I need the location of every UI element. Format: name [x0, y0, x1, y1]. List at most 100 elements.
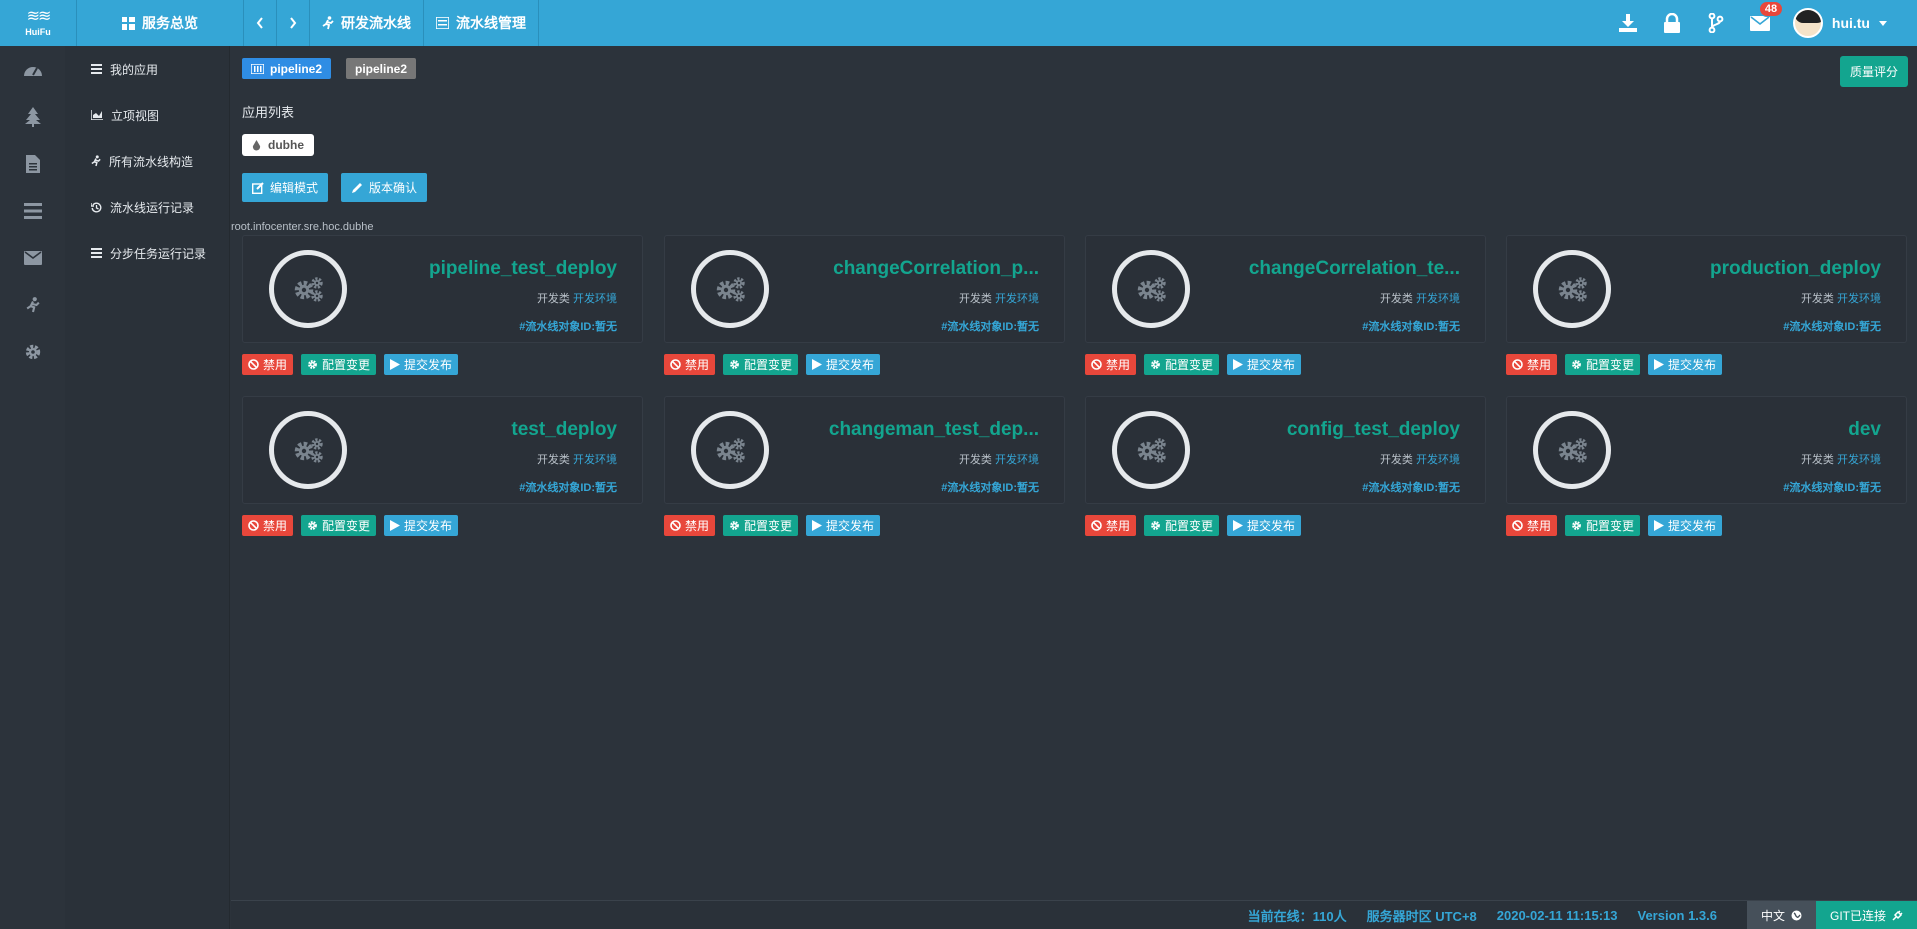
- nav-forward-button[interactable]: [277, 0, 310, 46]
- config-change-button[interactable]: 配置变更: [1565, 515, 1641, 536]
- config-change-button[interactable]: 配置变更: [301, 354, 377, 375]
- pipeline-avatar: [691, 250, 769, 328]
- pipeline-name[interactable]: pipeline_test_deploy: [429, 258, 617, 280]
- disable-button[interactable]: 禁用: [242, 354, 294, 375]
- pipeline-card[interactable]: changeman_test_dep... 开发类 开发环境 #流水线对象ID:暂无: [664, 396, 1065, 504]
- pipeline-card[interactable]: production_deploy 开发类 开发环境 #流水线对象ID:暂无: [1506, 235, 1907, 343]
- submit-release-button[interactable]: 提交发布: [1648, 354, 1723, 375]
- config-change-label: 配置变更: [744, 519, 793, 533]
- subnav-item-project-view[interactable]: 立项视图: [65, 92, 229, 138]
- language-switch[interactable]: 中文: [1746, 900, 1816, 929]
- gears-icon: [294, 438, 323, 463]
- pipeline-object-id: #流水线对象ID:暂无: [1783, 321, 1881, 333]
- sidebar-runner[interactable]: [0, 281, 65, 328]
- submit-release-button[interactable]: 提交发布: [1648, 515, 1723, 536]
- sidebar-settings[interactable]: [0, 328, 65, 375]
- disable-button[interactable]: 禁用: [1506, 515, 1558, 536]
- pipeline-type-label: 开发类: [536, 454, 570, 466]
- config-change-button[interactable]: 配置变更: [301, 515, 377, 536]
- submit-release-button[interactable]: 提交发布: [384, 354, 459, 375]
- git-status[interactable]: GIT已连接: [1816, 900, 1917, 929]
- app-version: Version 1.3.6: [1637, 907, 1717, 923]
- play-icon: [390, 520, 401, 531]
- version-confirm-button[interactable]: 版本确认: [341, 173, 428, 202]
- subnav-item-all-pipelines[interactable]: 所有流水线构造: [65, 138, 229, 184]
- play-icon: [812, 520, 823, 531]
- sidebar-tree[interactable]: [0, 93, 65, 140]
- disable-button[interactable]: 禁用: [1506, 354, 1558, 375]
- pipeline-card[interactable]: dev 开发类 开发环境 #流水线对象ID:暂无: [1506, 396, 1907, 504]
- submit-release-label: 提交发布: [404, 358, 453, 372]
- pipeline-tab-active[interactable]: pipeline2: [242, 58, 332, 79]
- pipeline-avatar: [269, 411, 347, 489]
- breadcrumb-pipeline-management[interactable]: 流水线管理: [424, 0, 539, 46]
- submit-release-label: 提交发布: [1247, 358, 1296, 372]
- main-content: pipeline2 pipeline2 质量评分 应用列表 dubhe 编辑模式…: [231, 46, 1917, 900]
- pipeline-tab[interactable]: pipeline2: [346, 58, 417, 79]
- pipeline-card[interactable]: changeCorrelation_te... 开发类 开发环境 #流水线对象ID:…: [1085, 235, 1486, 343]
- pipeline-name[interactable]: changeCorrelation_te...: [1249, 258, 1460, 280]
- config-change-button[interactable]: 配置变更: [1144, 354, 1220, 375]
- pipeline-type: 开发类 开发环境: [1801, 451, 1881, 467]
- language-label: 中文: [1760, 908, 1785, 923]
- app-chip-dubhe[interactable]: dubhe: [242, 134, 314, 156]
- disable-label: 禁用: [1106, 358, 1131, 372]
- pipeline-card[interactable]: config_test_deploy 开发类 开发环境 #流水线对象ID:暂无: [1085, 396, 1486, 504]
- sidebar-dashboard[interactable]: [0, 46, 65, 93]
- icon-sidebar: [0, 46, 65, 929]
- ban-icon: [670, 520, 681, 531]
- nav-back-button[interactable]: [244, 0, 277, 46]
- pipeline-type: 开发类 开发环境: [959, 290, 1039, 306]
- submit-release-button[interactable]: 提交发布: [806, 515, 881, 536]
- runner-icon: [91, 155, 101, 167]
- huifu-logo[interactable]: ≋≋ HuiFu: [0, 0, 77, 46]
- submit-release-button[interactable]: 提交发布: [384, 515, 459, 536]
- subnav-item-step-task-runs[interactable]: 分步任务运行记录: [65, 230, 229, 276]
- submit-release-button[interactable]: 提交发布: [806, 354, 881, 375]
- config-change-label: 配置变更: [322, 358, 371, 372]
- pipeline-name[interactable]: test_deploy: [511, 419, 617, 441]
- lock-button[interactable]: [1661, 12, 1683, 34]
- pipeline-card[interactable]: pipeline_test_deploy 开发类 开发环境 #流水线对象ID:暂无: [242, 235, 643, 343]
- submit-release-button[interactable]: 提交发布: [1227, 354, 1302, 375]
- pipeline-name[interactable]: changeman_test_dep...: [829, 419, 1039, 441]
- edit-mode-label: 编辑模式: [270, 181, 319, 195]
- config-change-button[interactable]: 配置变更: [1565, 354, 1641, 375]
- sidebar-mail[interactable]: [0, 234, 65, 281]
- pipeline-avatar: [1112, 411, 1190, 489]
- subnav-item-label: 立项视图: [111, 108, 160, 123]
- pipeline-name[interactable]: dev: [1848, 419, 1881, 441]
- disable-button[interactable]: 禁用: [1085, 354, 1137, 375]
- disable-button[interactable]: 禁用: [242, 515, 294, 536]
- pipeline-name[interactable]: config_test_deploy: [1287, 419, 1460, 441]
- disable-button[interactable]: 禁用: [664, 515, 716, 536]
- git-branch-button[interactable]: [1705, 12, 1727, 34]
- config-change-button[interactable]: 配置变更: [1144, 515, 1220, 536]
- disable-button[interactable]: 禁用: [664, 354, 716, 375]
- pipeline-card[interactable]: test_deploy 开发类 开发环境 #流水线对象ID:暂无: [242, 396, 643, 504]
- messages-button[interactable]: 48: [1749, 1, 1784, 34]
- pipeline-avatar: [1533, 411, 1611, 489]
- user-menu[interactable]: hui.tu: [1792, 8, 1887, 38]
- server-datetime: 2020-02-11 11:15:13: [1496, 907, 1618, 923]
- download-button[interactable]: [1617, 12, 1639, 34]
- service-overview-button[interactable]: 服务总览: [77, 0, 244, 46]
- submit-release-label: 提交发布: [1668, 519, 1717, 533]
- sidebar-list[interactable]: [0, 187, 65, 234]
- config-change-button[interactable]: 配置变更: [723, 354, 799, 375]
- gears-icon: [716, 438, 745, 463]
- config-change-button[interactable]: 配置变更: [723, 515, 799, 536]
- quality-score-button[interactable]: 质量评分: [1839, 56, 1908, 87]
- subnav-item-my-apps[interactable]: 我的应用: [65, 46, 229, 92]
- config-change-label: 配置变更: [1165, 519, 1214, 533]
- disable-button[interactable]: 禁用: [1085, 515, 1137, 536]
- sidebar-documents[interactable]: [0, 140, 65, 187]
- gear-icon: [730, 360, 739, 369]
- pipeline-card[interactable]: changeCorrelation_p... 开发类 开发环境 #流水线对象ID:暂…: [664, 235, 1065, 343]
- submit-release-button[interactable]: 提交发布: [1227, 515, 1302, 536]
- subnav-item-pipeline-runs[interactable]: 流水线运行记录: [65, 184, 229, 230]
- pipeline-name[interactable]: production_deploy: [1710, 258, 1881, 280]
- edit-mode-button[interactable]: 编辑模式: [242, 173, 329, 202]
- breadcrumb-pipeline[interactable]: 研发流水线: [310, 0, 424, 46]
- pipeline-name[interactable]: changeCorrelation_p...: [833, 258, 1039, 280]
